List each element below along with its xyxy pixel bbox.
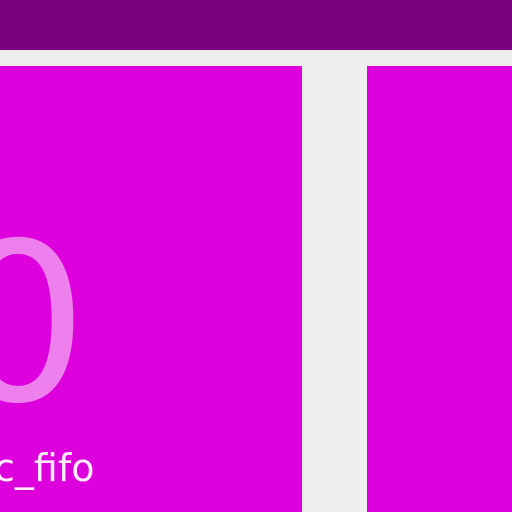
stat-tile[interactable]: 0 c_fifo bbox=[0, 66, 302, 512]
tile-label: c_fifo bbox=[0, 446, 95, 490]
tile-value: 0 bbox=[0, 196, 88, 452]
app-bar bbox=[0, 0, 512, 50]
stat-tile[interactable] bbox=[367, 66, 512, 512]
